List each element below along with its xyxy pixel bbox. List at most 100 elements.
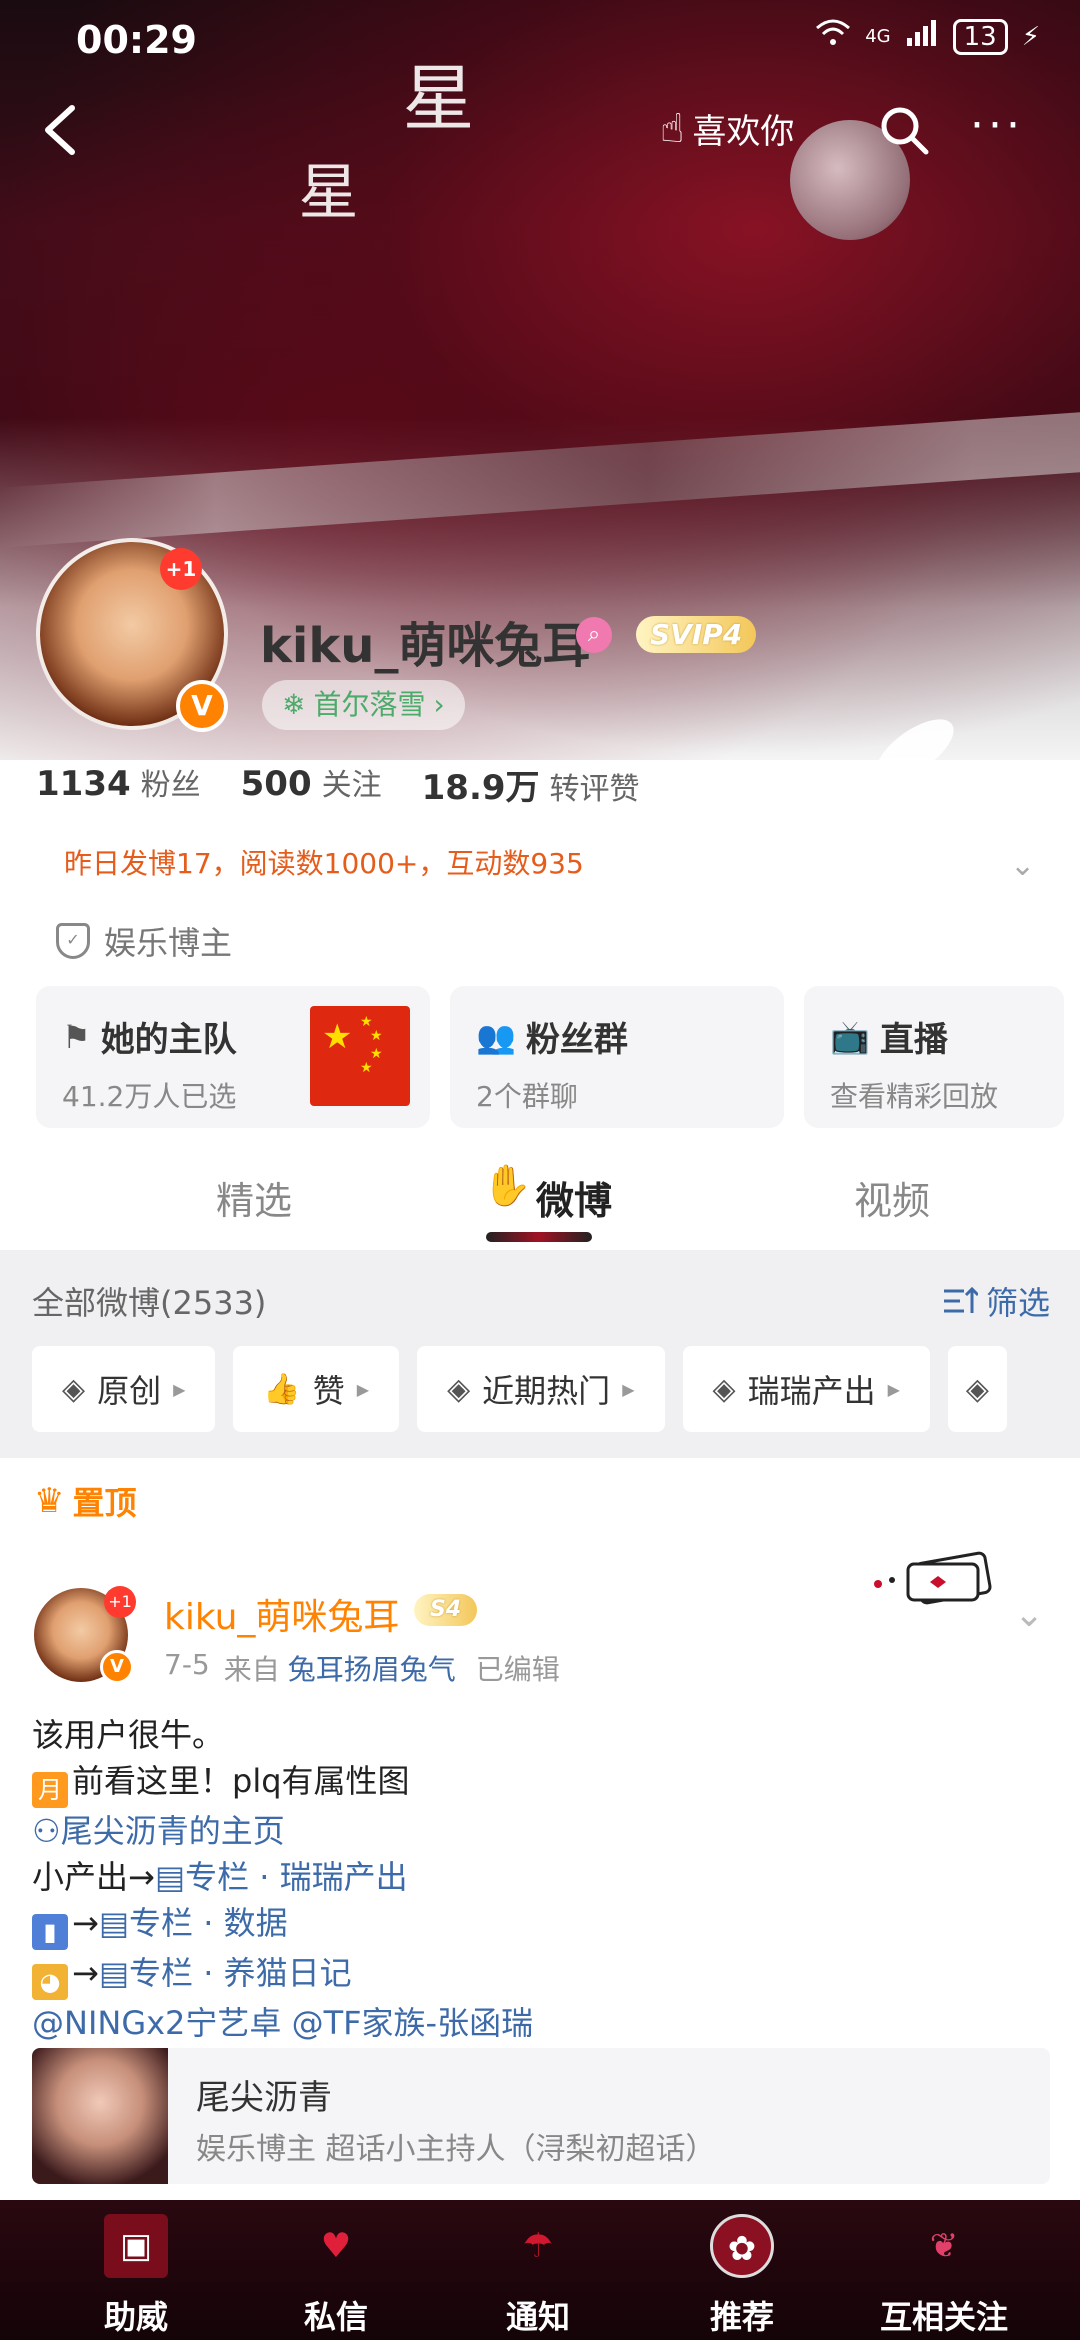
profile-link[interactable]: 尾尖沥青的主页 xyxy=(61,1812,285,1850)
layers-icon: ◈ xyxy=(965,1371,989,1407)
followers-stat[interactable]: 1134 粉丝 xyxy=(36,760,201,809)
flag-pole-icon: ⚑ xyxy=(62,1017,91,1056)
tab-weibo[interactable]: 微博 xyxy=(536,1170,612,1225)
pinned-text: 置顶 xyxy=(72,1484,137,1522)
nav-label: 私信 xyxy=(303,2298,368,2336)
card-title: 直播 xyxy=(879,1020,948,1060)
group-pill[interactable]: ❄ 首尔落雪 › xyxy=(262,680,465,730)
verified-icon: V xyxy=(100,1650,134,1684)
avatar-badge: +1 xyxy=(104,1586,136,1618)
column-icon: ▤ xyxy=(154,1858,186,1896)
status-icons: 4G 13 ⚡ xyxy=(815,18,1040,55)
following-stat[interactable]: 500 关注 xyxy=(241,760,382,809)
people-icon: 👥 xyxy=(476,1017,516,1056)
chip-more[interactable]: ◈ xyxy=(947,1346,1007,1432)
column-link[interactable]: 专栏 · 瑞瑞产出 xyxy=(185,1858,408,1896)
cat-emoji-icon: ◕ xyxy=(32,1964,68,2000)
filter-icon xyxy=(943,1286,978,1313)
chevron-down-icon[interactable]: ⌄ xyxy=(1014,1594,1044,1635)
chip-label: 原创 xyxy=(97,1372,162,1410)
more-icon: ··· xyxy=(970,100,1024,151)
column-link[interactable]: 专栏 · 数据 xyxy=(129,1904,288,1942)
nav-recommend[interactable]: ✿ 推荐 xyxy=(662,2200,822,2340)
status-bar: 00:29 4G 13 ⚡ xyxy=(0,10,1080,70)
tv-icon: 📺 xyxy=(830,1017,870,1056)
more-button[interactable]: ··· xyxy=(970,100,1024,151)
mascot-icon: ✋ xyxy=(482,1163,532,1209)
chip-likes[interactable]: 👍 赞 ▶ xyxy=(233,1346,400,1432)
post-text: 前看这里！plq有属性图 xyxy=(72,1762,410,1800)
nav-label: 推荐 xyxy=(709,2298,774,2336)
post-line: 该用户很牛。 xyxy=(32,1716,225,1754)
nav-mutual-follow[interactable]: ❦ 互相关注 xyxy=(864,2200,1024,2340)
svip-badge[interactable]: SVIP4 xyxy=(636,616,757,653)
post-line[interactable]: ⚇尾尖沥青的主页 xyxy=(32,1808,1052,1854)
mention-link[interactable]: @TF家族-张函瑞 xyxy=(292,2004,534,2042)
like-you-button[interactable]: ☝ 喜欢你 xyxy=(660,104,794,153)
caret-right-icon: ▶ xyxy=(173,1379,186,1399)
activity-summary[interactable]: 昨日发博17，阅读数1000+，互动数935 xyxy=(38,838,610,890)
search-button[interactable] xyxy=(876,102,932,158)
username-search-icon[interactable]: ⌕ xyxy=(576,617,612,653)
post-body: 该用户很牛。 月前看这里！plq有属性图 ⚇尾尖沥青的主页 小产出→▤专栏 · … xyxy=(32,1712,1052,2046)
from-label: 来自 xyxy=(223,1653,280,1686)
thumbs-up-icon: 👍 xyxy=(263,1371,301,1407)
feature-cards: ⚑ 她的主队 41.2万人已选 ★ ★ ★ ★ ★ 👥 粉丝群 2个群聊 📺 直播 查… xyxy=(36,986,1080,1128)
wifi-icon xyxy=(815,18,851,55)
chip-trending[interactable]: ◈ 近期热门 ▶ xyxy=(417,1346,665,1432)
card-fan-group[interactable]: 👥 粉丝群 2个群聊 xyxy=(450,986,784,1128)
post-line: ◕ →▤专栏 · 养猫日记 xyxy=(32,1950,1052,2000)
nav-cheer[interactable]: ▣ 助威 xyxy=(56,2200,216,2340)
post-text: 小产出→ xyxy=(32,1858,155,1896)
stat-value: 18.9万 xyxy=(421,768,540,808)
chevron-down-icon[interactable]: ⌄ xyxy=(1010,848,1035,883)
avatar-badge: +1 xyxy=(160,548,202,590)
filter-button[interactable]: 筛选 xyxy=(942,1278,1050,1324)
charging-icon: ⚡ xyxy=(1021,21,1040,52)
chip-label: 赞 xyxy=(312,1372,345,1410)
stat-label: 转评赞 xyxy=(549,772,640,807)
column-link[interactable]: 专栏 · 养猫日记 xyxy=(129,1954,352,1992)
snowflake-icon: ❄ xyxy=(282,688,306,721)
profile-tabs: 精选 ✋ 微博 视频 xyxy=(0,1150,1080,1250)
tab-featured[interactable]: 精选 xyxy=(216,1170,292,1225)
card-home-team[interactable]: ⚑ 她的主队 41.2万人已选 ★ ★ ★ ★ ★ xyxy=(36,986,430,1128)
group-label: 首尔落雪 xyxy=(313,688,426,721)
tab-video[interactable]: 视频 xyxy=(854,1170,930,1225)
user-icon: ⚇ xyxy=(32,1812,61,1850)
stat-value: 500 xyxy=(240,764,312,804)
feather-decoration xyxy=(636,840,734,920)
back-button[interactable] xyxy=(30,102,90,162)
profile-stats: 1134 粉丝 500 关注 18.9万 转评赞 xyxy=(36,760,640,809)
flower-icon: ✿ xyxy=(710,2214,774,2278)
playing-cards-decoration-icon xyxy=(874,1551,992,1605)
linked-profile-desc: 娱乐博主 超话小主持人（浔梨初超话） xyxy=(196,2132,716,2167)
post-author[interactable]: kiku_萌咪兔耳 xyxy=(164,1588,399,1640)
signal-icon xyxy=(905,18,939,55)
mention-link[interactable]: @NINGx2宁艺卓 xyxy=(32,2004,281,2042)
linked-profile-card[interactable]: 尾尖沥青 娱乐博主 超话小主持人（浔梨初超话） xyxy=(32,2048,1050,2184)
banner-ridge xyxy=(0,412,1080,548)
crown-icon: ♛ xyxy=(34,1481,65,1521)
umbrella-icon: ☂ xyxy=(522,2226,554,2266)
chip-ruirui[interactable]: ◈ 瑞瑞产出 ▶ xyxy=(682,1346,930,1432)
post-meta: 7-5 来自 兔耳扬眉兔气 已编辑 xyxy=(164,1648,560,1688)
interactions-stat[interactable]: 18.9万 转评赞 xyxy=(422,760,640,809)
nav-messages[interactable]: ♥ 私信 xyxy=(256,2200,416,2340)
role-row[interactable]: ✓ 娱乐博主 xyxy=(56,918,232,964)
edited-label: 已编辑 xyxy=(475,1653,560,1686)
post-line: 月前看这里！plq有属性图 xyxy=(32,1758,1052,1808)
card-subtitle: 查看精彩回放 xyxy=(830,1080,999,1113)
chip-original[interactable]: ◈ 原创 ▶ xyxy=(32,1346,216,1432)
post-source[interactable]: 兔耳扬眉兔气 xyxy=(288,1648,456,1688)
nav-label: 助威 xyxy=(103,2298,168,2336)
nav-label: 通知 xyxy=(505,2298,570,2336)
nav-notifications[interactable]: ☂ 通知 xyxy=(458,2200,618,2340)
linked-profile-avatar xyxy=(32,2048,168,2184)
level-badge: S4 xyxy=(414,1594,478,1626)
chevron-left-icon xyxy=(45,105,75,155)
card-live[interactable]: 📺 直播 查看精彩回放 xyxy=(804,986,1064,1128)
filter-label: 筛选 xyxy=(985,1284,1050,1322)
layers-icon: ◈ xyxy=(712,1371,736,1407)
stat-label: 关注 xyxy=(321,768,382,803)
